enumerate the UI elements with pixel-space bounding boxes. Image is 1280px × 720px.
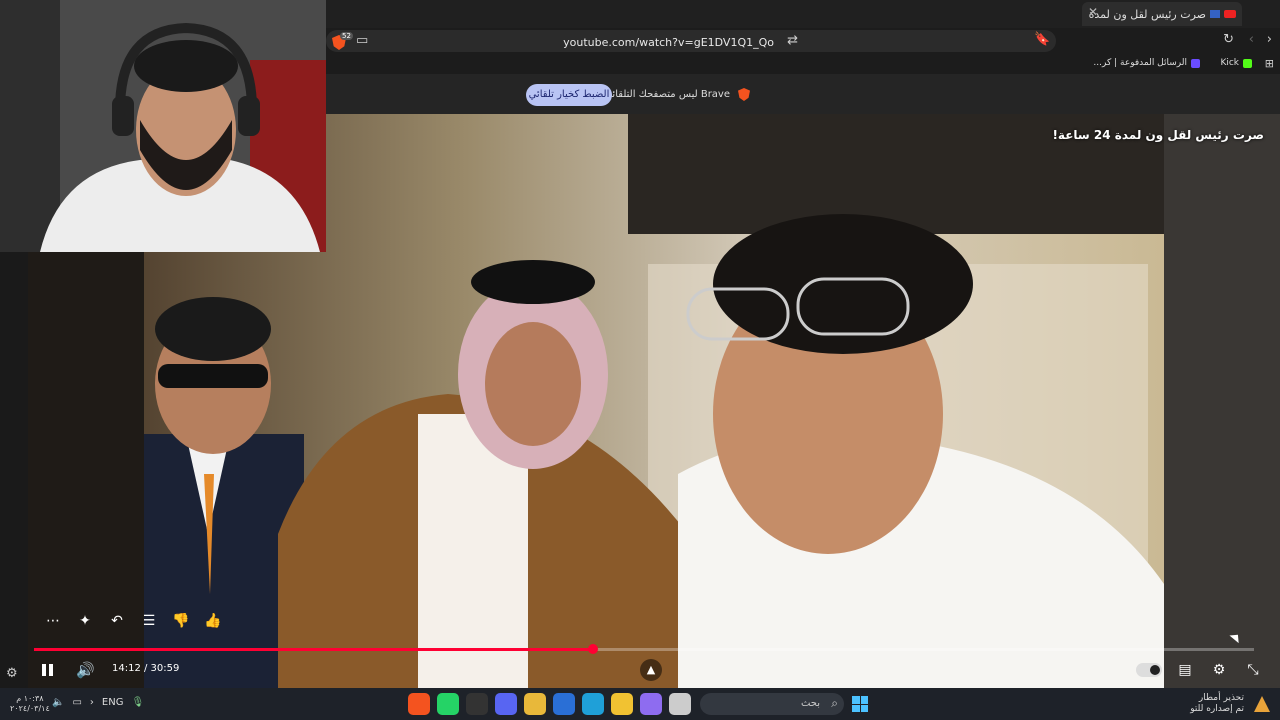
tab-active[interactable]: صرت رئيس لقل ون لمدة 24 سا ✕ bbox=[1082, 2, 1242, 26]
brave-logo-icon bbox=[738, 88, 750, 101]
bookmark-kick[interactable]: Kick bbox=[1220, 58, 1252, 68]
url-text[interactable]: youtube.com/watch?v=gE1DV1Q1_Qo bbox=[563, 36, 774, 49]
tab-title: صرت رئيس لقل ون لمدة 24 سا bbox=[1088, 7, 1206, 21]
whatsapp-icon[interactable] bbox=[437, 693, 459, 715]
system-tray: 🔈 ▭ › ENG 🎙 bbox=[52, 697, 144, 708]
weather-title: تحذير أمطار bbox=[1198, 693, 1244, 703]
weather-widget[interactable]: تحذير أمطار تم إصداره للتو bbox=[1190, 693, 1244, 715]
webcam-feed bbox=[0, 0, 326, 252]
search-icon: ⌕ bbox=[831, 696, 838, 710]
bookmarks-bar: ⊞ Kick الرسائل المدفوعة | كر... bbox=[326, 54, 1280, 74]
speaker-icon[interactable]: 🔈 bbox=[52, 697, 64, 708]
taskbar-apps bbox=[408, 693, 691, 715]
more-icon[interactable]: ⋯ bbox=[44, 612, 62, 630]
ms-store-icon[interactable] bbox=[640, 693, 662, 715]
like-icon[interactable]: 👍 bbox=[204, 612, 222, 630]
share-icon[interactable]: ↶ bbox=[108, 612, 126, 630]
video-title: صرت رئيس لقل ون لمدة 24 ساعة! bbox=[1052, 128, 1264, 142]
weather-subtitle: تم إصداره للتو bbox=[1190, 704, 1244, 714]
pip-icon[interactable]: ▭ bbox=[356, 34, 368, 48]
video-action-bar: ⋯ ✦ ↶ ☰ 👎 👍 bbox=[44, 612, 222, 630]
language-indicator[interactable]: ENG bbox=[102, 697, 124, 708]
file-explorer-icon[interactable] bbox=[611, 693, 633, 715]
network-icon[interactable]: ▭ bbox=[72, 697, 81, 708]
windows-start-icon[interactable] bbox=[852, 696, 868, 712]
apps-grid-icon[interactable]: ⊞ bbox=[1265, 57, 1274, 71]
autoplay-toggle[interactable] bbox=[1136, 663, 1162, 677]
sidebar-settings-icon[interactable]: ⚙ bbox=[6, 666, 18, 681]
site-settings-icon[interactable]: ⇄ bbox=[787, 34, 798, 48]
address-bar-row: 52 ▭ youtube.com/watch?v=gE1DV1Q1_Qo ⇄ 🔖… bbox=[326, 28, 1280, 54]
bookmark-paid-messages[interactable]: الرسائل المدفوعة | كر... bbox=[1093, 58, 1200, 68]
clock-time: ١٠:٣٨ م bbox=[16, 694, 44, 703]
chrome-icon[interactable] bbox=[524, 693, 546, 715]
shield-count-badge: 52 bbox=[340, 32, 353, 40]
kick-icon bbox=[1243, 58, 1252, 68]
bookmark-paid-messages-label: الرسائل المدفوعة | كر... bbox=[1093, 58, 1187, 68]
chevron-icon[interactable]: › bbox=[90, 697, 94, 708]
chevron-up-icon[interactable]: ▲ bbox=[640, 659, 662, 681]
player-controls: 🔊 14:12 / 30:59 ▲ ▤ ⚙ ⤡ bbox=[28, 654, 1280, 688]
left-panel bbox=[0, 252, 28, 688]
discord-icon[interactable] bbox=[495, 693, 517, 715]
player-controls-right: ▤ ⚙ ⤡ bbox=[1136, 660, 1264, 680]
reload-icon[interactable]: ↻ bbox=[1223, 33, 1234, 47]
pause-button[interactable] bbox=[40, 662, 56, 678]
close-tab-icon[interactable]: ✕ bbox=[1088, 5, 1098, 19]
clock-date: ٢٠٢٤/٠٣/١٤ bbox=[10, 704, 50, 713]
back-icon[interactable]: ‹ bbox=[1249, 33, 1254, 47]
terminal-icon[interactable] bbox=[669, 693, 691, 715]
weather-warning-icon bbox=[1254, 696, 1270, 712]
screen: + صرت رئيس لقل ون لمدة 24 سا ✕ 52 ▭ yout… bbox=[0, 0, 1280, 720]
bookmark-site-icon bbox=[1191, 58, 1200, 68]
dislike-icon[interactable]: 👎 bbox=[172, 612, 190, 630]
url-box[interactable]: 52 ▭ youtube.com/watch?v=gE1DV1Q1_Qo ⇄ bbox=[326, 30, 1056, 52]
forward-icon[interactable]: › bbox=[1267, 33, 1272, 47]
microphone-icon[interactable]: 🎙 bbox=[131, 697, 144, 708]
settings-gear-icon[interactable]: ⚙ bbox=[1208, 660, 1230, 680]
volume-icon[interactable]: 🔊 bbox=[76, 661, 95, 679]
store-icon[interactable] bbox=[553, 693, 575, 715]
taskbar-search[interactable]: بحث ⌕ bbox=[700, 693, 844, 715]
exit-fullscreen-icon[interactable]: ⤡ bbox=[1242, 660, 1264, 680]
progress-scrubber[interactable] bbox=[587, 644, 598, 654]
youtube-favicon-icon bbox=[1224, 10, 1236, 18]
progress-fill bbox=[34, 648, 593, 651]
comment-icon[interactable]: ☰ bbox=[140, 612, 158, 630]
ask-icon[interactable]: ✦ bbox=[76, 612, 94, 630]
time-display: 14:12 / 30:59 bbox=[112, 663, 180, 674]
search-placeholder: بحث bbox=[800, 698, 820, 709]
set-default-button[interactable]: الضبط كخيار تلقائي bbox=[526, 84, 612, 106]
default-browser-infobar: Brave ليس متصفحك التلقائي. الضبط كخيار ت… bbox=[326, 74, 1280, 114]
taskbar: ١٠:٣٨ م ٢٠٢٤/٠٣/١٤ 🔈 ▭ › ENG 🎙 بحث ⌕ تحذ… bbox=[0, 688, 1280, 720]
captions-icon[interactable]: ▤ bbox=[1174, 660, 1196, 680]
progress-bar[interactable] bbox=[34, 644, 1254, 654]
edge-icon[interactable] bbox=[582, 693, 604, 715]
brave-taskbar-icon[interactable] bbox=[408, 693, 430, 715]
clock[interactable]: ١٠:٣٨ م ٢٠٢٤/٠٣/١٤ bbox=[10, 694, 50, 714]
bookmark-icon[interactable]: 🔖 bbox=[1034, 33, 1050, 47]
flag-icon bbox=[1210, 10, 1220, 18]
infobar-message: Brave ليس متصفحك التلقائي. bbox=[600, 89, 730, 100]
obs-icon[interactable] bbox=[466, 693, 488, 715]
bookmark-kick-label: Kick bbox=[1220, 58, 1239, 68]
webcam-overlay bbox=[0, 0, 326, 252]
